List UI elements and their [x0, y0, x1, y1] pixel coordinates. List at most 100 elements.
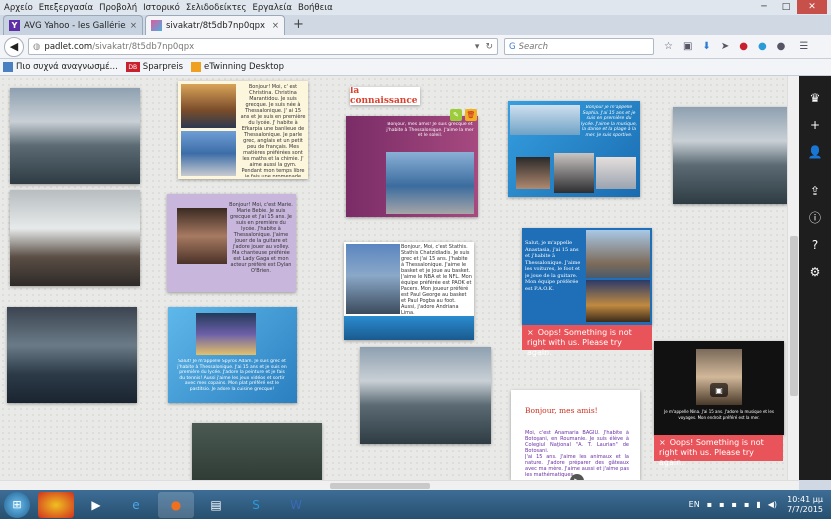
classroom-photo[interactable]: [10, 190, 140, 286]
volume-icon[interactable]: ◀): [768, 500, 777, 509]
skype-icon[interactable]: S: [238, 492, 274, 518]
classroom-photo[interactable]: [673, 107, 789, 204]
menu-edit[interactable]: Επεξεργασία: [39, 3, 93, 13]
city-photo: [181, 131, 236, 176]
clipboard-icon[interactable]: ▣: [683, 41, 692, 52]
horizontal-scrollbar[interactable]: [0, 480, 799, 490]
nina-text: Je m'appelle Nina. J'ai 15 ans. J'adore …: [664, 409, 774, 420]
photo: [596, 157, 636, 189]
media-player-icon[interactable]: ▶: [78, 492, 114, 518]
network-icon[interactable]: ▮: [756, 500, 760, 509]
bookmarks-bar: Πιο συχνά αναγνωσμέ... DB Sparpreis eTwi…: [0, 59, 831, 76]
menu-help[interactable]: Βοήθεια: [298, 3, 333, 13]
anastasia-post[interactable]: Salut, je m'appelle Anastasia, j'ai 15 a…: [522, 228, 652, 325]
new-tab-button[interactable]: +: [287, 15, 310, 35]
close-error-icon[interactable]: ×: [659, 438, 666, 447]
firefox-icon[interactable]: ●: [158, 491, 194, 518]
send-icon[interactable]: ➤: [721, 41, 729, 52]
menu-history[interactable]: Ιστορικό: [143, 3, 180, 13]
info-icon[interactable]: ⓘ: [799, 204, 831, 231]
back-button[interactable]: ◀: [4, 36, 24, 57]
image-icon[interactable]: ▣: [710, 383, 728, 397]
menu-view[interactable]: Προβολή: [99, 3, 137, 13]
heading-post[interactable]: la connaissance: [350, 87, 420, 105]
start-button[interactable]: ⊞: [4, 491, 30, 518]
url-domain: padlet.com: [44, 41, 93, 52]
menu-file[interactable]: Αρχείο: [4, 3, 33, 13]
spyros-post[interactable]: Salut! Je m'appelle Spyros Adam. Je suis…: [168, 307, 297, 403]
tab-padlet[interactable]: sivakatr/8t5db7np0qpx ×: [145, 15, 285, 35]
maximize-button[interactable]: □: [775, 0, 797, 14]
vertical-scrollbar[interactable]: [787, 76, 799, 480]
share-icon[interactable]: ⇪: [799, 177, 831, 204]
chat-icon[interactable]: ●: [777, 41, 786, 52]
classroom-photo[interactable]: [7, 307, 137, 403]
boy-photo: [346, 244, 400, 314]
city-night-photo: [196, 313, 256, 355]
add-icon[interactable]: +: [799, 111, 831, 138]
scroll-thumb[interactable]: [330, 483, 430, 489]
download-icon[interactable]: ⬇: [702, 41, 710, 52]
word-icon[interactable]: W: [278, 492, 314, 518]
tray-icon[interactable]: ▪: [744, 500, 749, 509]
search-box[interactable]: G: [504, 38, 654, 55]
christina-post[interactable]: Bonjour! Moi, c' est Christina. Christin…: [178, 81, 308, 179]
sophia-post[interactable]: Bonjour je m'appelle Sophia. J'ai 15 ans…: [508, 101, 640, 197]
classroom-photo[interactable]: [10, 88, 140, 184]
slide-post[interactable]: Bonjour, mes amis! Je suis grecque et j'…: [346, 116, 478, 217]
spyros-text: Salut! Je m'appelle Spyros Adam. Je suis…: [177, 359, 287, 392]
time: 10:41 μμ: [787, 494, 823, 504]
tray-icon[interactable]: ▪: [732, 500, 737, 509]
marie-post[interactable]: Bonjour! Moi, c'est Marie. Marie Bebie. …: [167, 194, 296, 292]
dropdown-icon[interactable]: ▾: [475, 42, 480, 52]
nina-post[interactable]: ▣ Je m'appelle Nina. J'ai 15 ans. J'ador…: [654, 341, 784, 435]
bookmark-label: Πιο συχνά αναγνωσμέ...: [16, 62, 118, 72]
stathis-post[interactable]: Bonjour, Moi, c'est Stathis. Stathis Cha…: [344, 242, 474, 340]
minimize-button[interactable]: ─: [753, 0, 775, 14]
sunset-photo: [181, 84, 236, 128]
language-indicator[interactable]: EN: [689, 500, 700, 509]
search-input[interactable]: [518, 41, 639, 52]
scroll-thumb[interactable]: [790, 236, 798, 396]
bookmark-most-visited[interactable]: Πιο συχνά αναγνωσμέ...: [3, 62, 118, 72]
close-tab-icon[interactable]: ×: [130, 21, 137, 31]
tray-icon[interactable]: ▪: [719, 500, 724, 509]
coast-photo: [386, 152, 474, 214]
internet-explorer-icon[interactable]: e: [118, 492, 154, 518]
bookmark-sparpreis[interactable]: DB Sparpreis: [125, 62, 183, 72]
menu-icon[interactable]: ☰: [799, 41, 808, 52]
menu-tools[interactable]: Εργαλεία: [253, 3, 293, 13]
classroom-photo[interactable]: [192, 423, 322, 480]
pinterest-icon[interactable]: ●: [739, 41, 748, 52]
explorer-icon[interactable]: ▤: [198, 492, 234, 518]
edit-icon[interactable]: ✎: [450, 109, 462, 121]
settings-icon[interactable]: ⚙: [799, 258, 831, 285]
tray-icon[interactable]: ▪: [707, 500, 712, 509]
crown-icon[interactable]: ♛: [799, 84, 831, 111]
help-icon[interactable]: ?: [799, 231, 831, 258]
sophia-text: Bonjour je m'appelle Sophia. J'ai 15 ans…: [580, 105, 638, 138]
close-error-icon[interactable]: ×: [527, 328, 534, 337]
tab-yahoo[interactable]: Y AVG Yahoo - les Galléries L... ×: [3, 15, 143, 35]
close-window-button[interactable]: ✕: [797, 0, 827, 14]
slide-text: Bonjour, mes amis! Je suis grecque et j'…: [386, 122, 474, 138]
banner-graphic: [344, 316, 474, 340]
christina-text: Bonjour! Moi, c' est Christina. Christin…: [240, 84, 306, 177]
system-tray: EN ▪ ▪ ▪ ▪ ▮ ◀) 10:41 μμ 7/7/2015: [689, 495, 831, 515]
delete-icon[interactable]: 🗑: [465, 109, 477, 121]
skype-icon[interactable]: ●: [758, 41, 767, 52]
tab-title: sivakatr/8t5db7np0qpx: [166, 20, 266, 31]
reload-icon[interactable]: ↻: [485, 42, 493, 52]
bookmark-etwinning[interactable]: eTwinning Desktop: [191, 62, 284, 72]
clock[interactable]: 10:41 μμ 7/7/2015: [787, 495, 823, 515]
url-bar[interactable]: ◍ padlet.com /sivakatr/8t5db7np0qpx ▾ ↻: [28, 38, 498, 55]
user-icon[interactable]: 👤: [799, 138, 831, 165]
classroom-photo[interactable]: [360, 347, 491, 444]
star-icon[interactable]: ☆: [664, 41, 673, 52]
menu-bookmarks[interactable]: Σελιδοδείκτες: [186, 3, 247, 13]
padlet-sidebar: ♛ + 👤 ⇪ ⓘ ? ⚙: [799, 76, 831, 480]
taskbar: ⊞ ▶ e ● ▤ S W EN ▪ ▪ ▪ ▪ ▮ ◀) 10:41 μμ 7…: [0, 490, 831, 519]
chrome-icon[interactable]: [38, 491, 74, 518]
anamaria-post[interactable]: Bonjour, mes amis! Moi, c'est Anamaria B…: [511, 390, 640, 480]
close-tab-icon[interactable]: ×: [272, 21, 279, 31]
